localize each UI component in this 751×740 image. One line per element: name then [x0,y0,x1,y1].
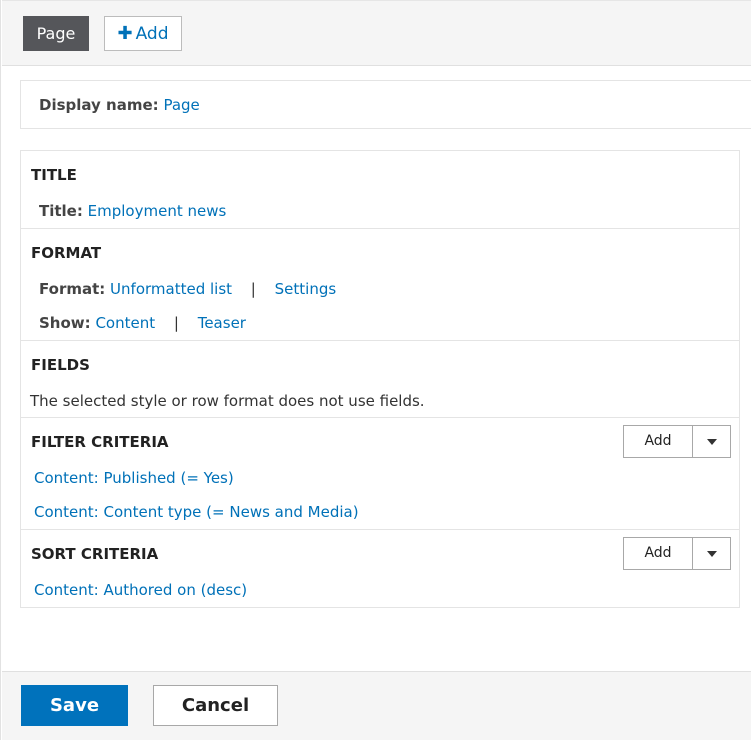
filter-add-dropbutton: Add [623,425,731,458]
sort-criteria-heading: SORT CRITERIA [31,545,159,563]
filter-criteria-section: FILTER CRITERIA Add Content: Published (… [21,418,739,530]
filter-add-button[interactable]: Add [624,426,693,457]
show-label: Show: [39,314,91,332]
format-heading: FORMAT [31,244,102,262]
sort-item[interactable]: Content: Authored on (desc) [34,581,247,599]
fields-section: FIELDS The selected style or row format … [21,341,739,418]
title-section: TITLE Title: Employment news [21,151,739,229]
display-name-label: Display name: [39,96,159,114]
filter-item[interactable]: Content: Content type (= News and Media) [34,503,359,521]
format-section: FORMAT Format: Unformatted list | Settin… [21,229,739,341]
filter-criteria-heading: FILTER CRITERIA [31,433,169,451]
caret-down-icon [706,438,717,445]
add-display-label: Add [135,24,169,44]
title-label: Title: [39,202,83,220]
display-tabs-bar: Page ✚ Add [2,0,751,66]
show-content-link[interactable]: Content [95,314,155,332]
sort-add-toggle[interactable] [693,538,730,569]
display-settings-column: TITLE Title: Employment news FORMAT Form… [20,150,740,608]
title-heading: TITLE [31,166,77,184]
caret-down-icon [706,550,717,557]
cancel-button[interactable]: Cancel [153,685,278,726]
format-label: Format: [39,280,106,298]
views-edit-panel: Page ✚ Add Display name: Page TITLE Title… [0,0,751,740]
fields-heading: FIELDS [31,356,90,374]
title-link[interactable]: Employment news [88,202,227,220]
separator: | [173,314,179,332]
fields-note: The selected style or row format does no… [30,392,425,410]
sort-add-button[interactable]: Add [624,538,693,569]
format-settings-link[interactable]: Settings [275,280,337,298]
show-teaser-link[interactable]: Teaser [198,314,246,332]
plus-icon: ✚ [117,23,133,44]
form-actions: Save Cancel [2,671,751,740]
sort-add-dropbutton: Add [623,537,731,570]
display-tab-page[interactable]: Page [23,16,89,51]
filter-item[interactable]: Content: Published (= Yes) [34,469,234,487]
sort-criteria-section: SORT CRITERIA Add Content: Authored on (… [21,530,739,607]
save-button[interactable]: Save [21,685,128,726]
title-row: Title: Employment news [39,202,226,220]
separator: | [250,280,256,298]
show-row: Show: Content | Teaser [39,314,246,332]
add-display-button[interactable]: ✚ Add [104,16,182,51]
format-row: Format: Unformatted list | Settings [39,280,336,298]
filter-add-toggle[interactable] [693,426,730,457]
display-name-link[interactable]: Page [163,96,199,114]
display-name-row: Display name: Page [20,80,751,129]
format-style-link[interactable]: Unformatted list [110,280,232,298]
